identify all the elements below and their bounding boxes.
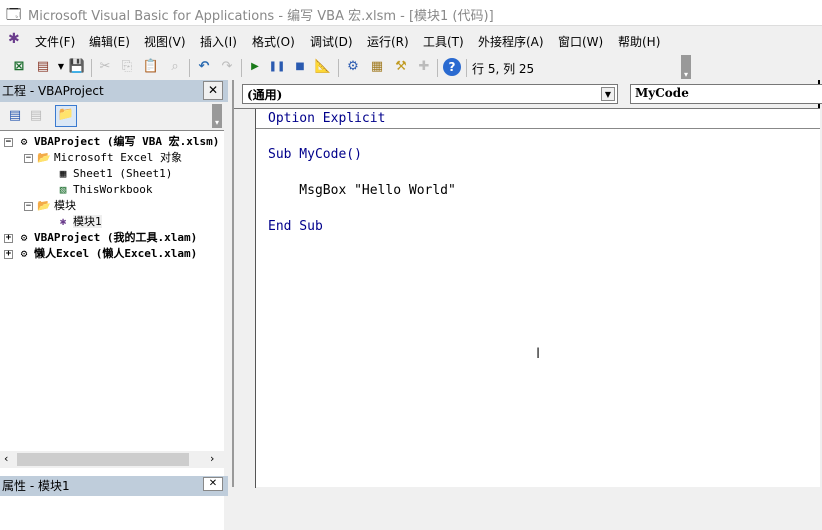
code-line: MsgBox "Hello World" [268,183,456,198]
code-line: Sub MyCode() [268,147,362,162]
design-mode-icon[interactable]: 📐 [314,58,332,76]
menu-view[interactable]: 视图(V) [144,33,186,50]
project-explorer-icon[interactable]: ⚙ [344,58,362,76]
pane-toolbar-overflow[interactable]: ▾ [212,104,222,128]
window-title: Microsoft Visual Basic for Applications … [28,9,494,24]
view-code-icon[interactable]: ▤ [6,107,24,125]
tree-node-vbaproject-main[interactable]: − ⚙ VBAProject (编写 VBA 宏.xlsm) [4,134,219,150]
workbook-icon: ▧ [59,183,67,196]
properties-window-icon[interactable]: ▦ [368,58,386,76]
standard-toolbar: ⊠ ▤ ▼ 💾 ✂ ⎘ 📋 ⌕ ↶ ↷ ▶ ❚❚ ■ 📐 ⚙ ▦ ⚒ ✚ ? 行… [0,55,691,81]
find-icon[interactable]: ⌕ [166,58,184,76]
code-window: (通用) ▼ MyCode Option Explicit Sub MyCode… [232,80,822,488]
scroll-left-icon[interactable]: ‹ [4,452,8,465]
tree-node-lazy-excel[interactable]: + ⚙ 懒人Excel (懒人Excel.xlam) [4,246,197,262]
save-icon[interactable]: 💾 [68,58,86,76]
project-explorer-title: 工程 - VBAProject [0,80,228,102]
menu-window[interactable]: 窗口(W) [558,33,603,50]
close-properties-button[interactable]: ✕ [203,477,223,491]
project-explorer-pane: 工程 - VBAProject ✕ ▤ ▤ 📁 ▾ − ⚙ VBAProject (… [0,80,228,530]
cut-icon[interactable]: ✂ [96,58,114,76]
pause-icon[interactable]: ❚❚ [268,58,286,76]
module-icon: ✱ [59,215,67,228]
vbaproject-icon: ⚙ [20,247,28,260]
menu-run[interactable]: 运行(R) [367,33,409,50]
tree-node-module1[interactable]: ✱ 模块1 [56,214,102,230]
stop-icon[interactable]: ■ [291,58,309,76]
code-editor[interactable]: Option Explicit Sub MyCode() MsgBox "Hel… [234,108,820,488]
view-object-icon[interactable]: ▤ [27,107,45,125]
code-line: End Sub [268,219,323,234]
object-combo[interactable]: (通用) ▼ [242,84,618,104]
vba-tools-icon[interactable]: ✱ [8,31,20,47]
procedure-separator [256,128,820,129]
menu-format[interactable]: 格式(O) [252,33,295,50]
folder-icon: 📂 [37,151,51,164]
menu-tools[interactable]: 工具(T) [423,33,464,50]
paste-icon[interactable]: 📋 [142,58,160,76]
toolbox-icon[interactable]: ✚ [415,58,433,76]
tree-node-excel-objects[interactable]: − 📂 Microsoft Excel 对象 [24,150,182,166]
properties-title: 属性 - 模块1 [0,476,228,496]
run-icon[interactable]: ▶ [246,58,264,76]
sheet-icon: ▦ [59,167,67,180]
undo-icon[interactable]: ↶ [195,58,213,76]
dropdown-arrow-icon[interactable]: ▼ [601,87,615,101]
title-bar: 🗔 Microsoft Visual Basic for Application… [0,0,822,26]
excel-icon[interactable]: ⊠ [10,58,28,76]
vba-app-icon: 🗔 [6,7,22,23]
cursor-position: 行 5, 列 25 [472,62,535,76]
tree-node-thisworkbook[interactable]: ▧ ThisWorkbook [56,182,153,198]
menu-bar: ✱ 文件(F) 编辑(E) 视图(V) 插入(I) 格式(O) 调试(D) 运行… [0,28,822,52]
help-icon[interactable]: ? [443,58,461,76]
copy-icon[interactable]: ⎘ [118,58,136,76]
menu-edit[interactable]: 编辑(E) [89,33,130,50]
code-line: Option Explicit [268,111,386,126]
redo-icon[interactable]: ↷ [218,58,236,76]
menu-help[interactable]: 帮助(H) [618,33,660,50]
folder-icon: 📂 [37,199,51,212]
procedure-combo[interactable]: MyCode [630,84,822,104]
insert-userform-icon[interactable]: ▤ [34,58,52,76]
vbaproject-icon: ⚙ [20,231,28,244]
close-project-explorer-button[interactable]: ✕ [203,81,223,100]
scroll-right-icon[interactable]: › [210,452,214,465]
tree-node-modules[interactable]: − 📂 模块 [24,198,76,214]
toolbar-overflow[interactable]: ▾ [681,55,691,79]
project-tree: − ⚙ VBAProject (编写 VBA 宏.xlsm) − 📂 Microsoft… [0,130,224,530]
tree-horizontal-scrollbar[interactable]: ‹ › [0,451,224,468]
toggle-folders-icon[interactable]: 📁 [55,105,77,127]
text-cursor-icon: I [536,346,541,362]
object-browser-icon[interactable]: ⚒ [392,58,410,76]
margin-indicator-bar [234,109,256,488]
tree-node-vbaproject-tools[interactable]: + ⚙ VBAProject (我的工具.xlam) [4,230,197,246]
menu-addins[interactable]: 外接程序(A) [478,33,544,50]
menu-debug[interactable]: 调试(D) [310,33,353,50]
tree-node-sheet1[interactable]: ▦ Sheet1 (Sheet1) [56,166,173,182]
menu-file[interactable]: 文件(F) [35,33,75,50]
scroll-thumb[interactable] [17,453,189,466]
vbaproject-icon: ⚙ [20,135,28,148]
menu-insert[interactable]: 插入(I) [200,33,237,50]
